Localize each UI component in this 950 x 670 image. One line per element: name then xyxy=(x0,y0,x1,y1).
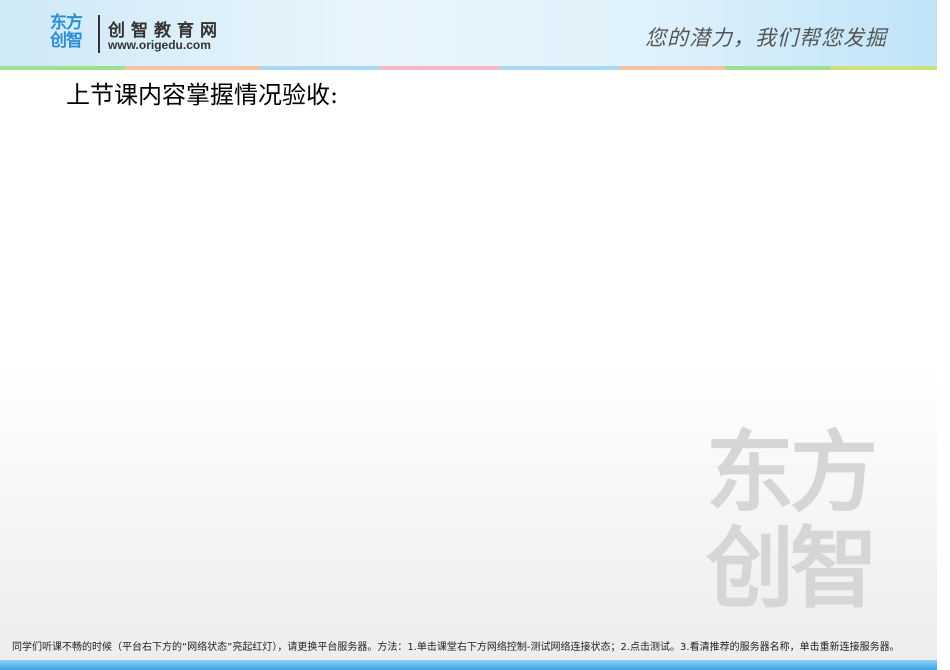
stripe-segment xyxy=(725,66,830,70)
stripe-segment xyxy=(830,66,937,70)
watermark-logo: 东方创智 xyxy=(706,421,878,620)
stripe-segment xyxy=(260,66,380,70)
logo-mark-text: 东方创智 xyxy=(50,13,83,51)
stripe-segment xyxy=(0,66,125,70)
header-banner: 东方创智 创智教育网 www.origedu.com 您的潜力，我们帮您发掘 xyxy=(0,0,937,66)
stripe-segment xyxy=(380,66,500,70)
slogan: 您的潜力，我们帮您发掘 xyxy=(645,26,887,50)
color-stripe xyxy=(0,66,937,70)
slide: 东方创智 创智教育网 www.origedu.com 您的潜力，我们帮您发掘 上… xyxy=(0,0,937,670)
brand-url: www.origedu.com xyxy=(108,38,211,52)
logo-divider xyxy=(98,15,100,53)
logo-icon: 东方创智 xyxy=(50,14,90,50)
stripe-segment xyxy=(620,66,725,70)
slide-title: 上节课内容掌握情况验收: xyxy=(66,81,339,109)
footer-notice: 同学们听课不畅的时候（平台右下方的“网络状态”亮起红灯），请更换平台服务器。方法… xyxy=(12,642,900,653)
stripe-segment xyxy=(500,66,620,70)
footer-bar xyxy=(0,660,937,670)
stripe-segment xyxy=(125,66,260,70)
